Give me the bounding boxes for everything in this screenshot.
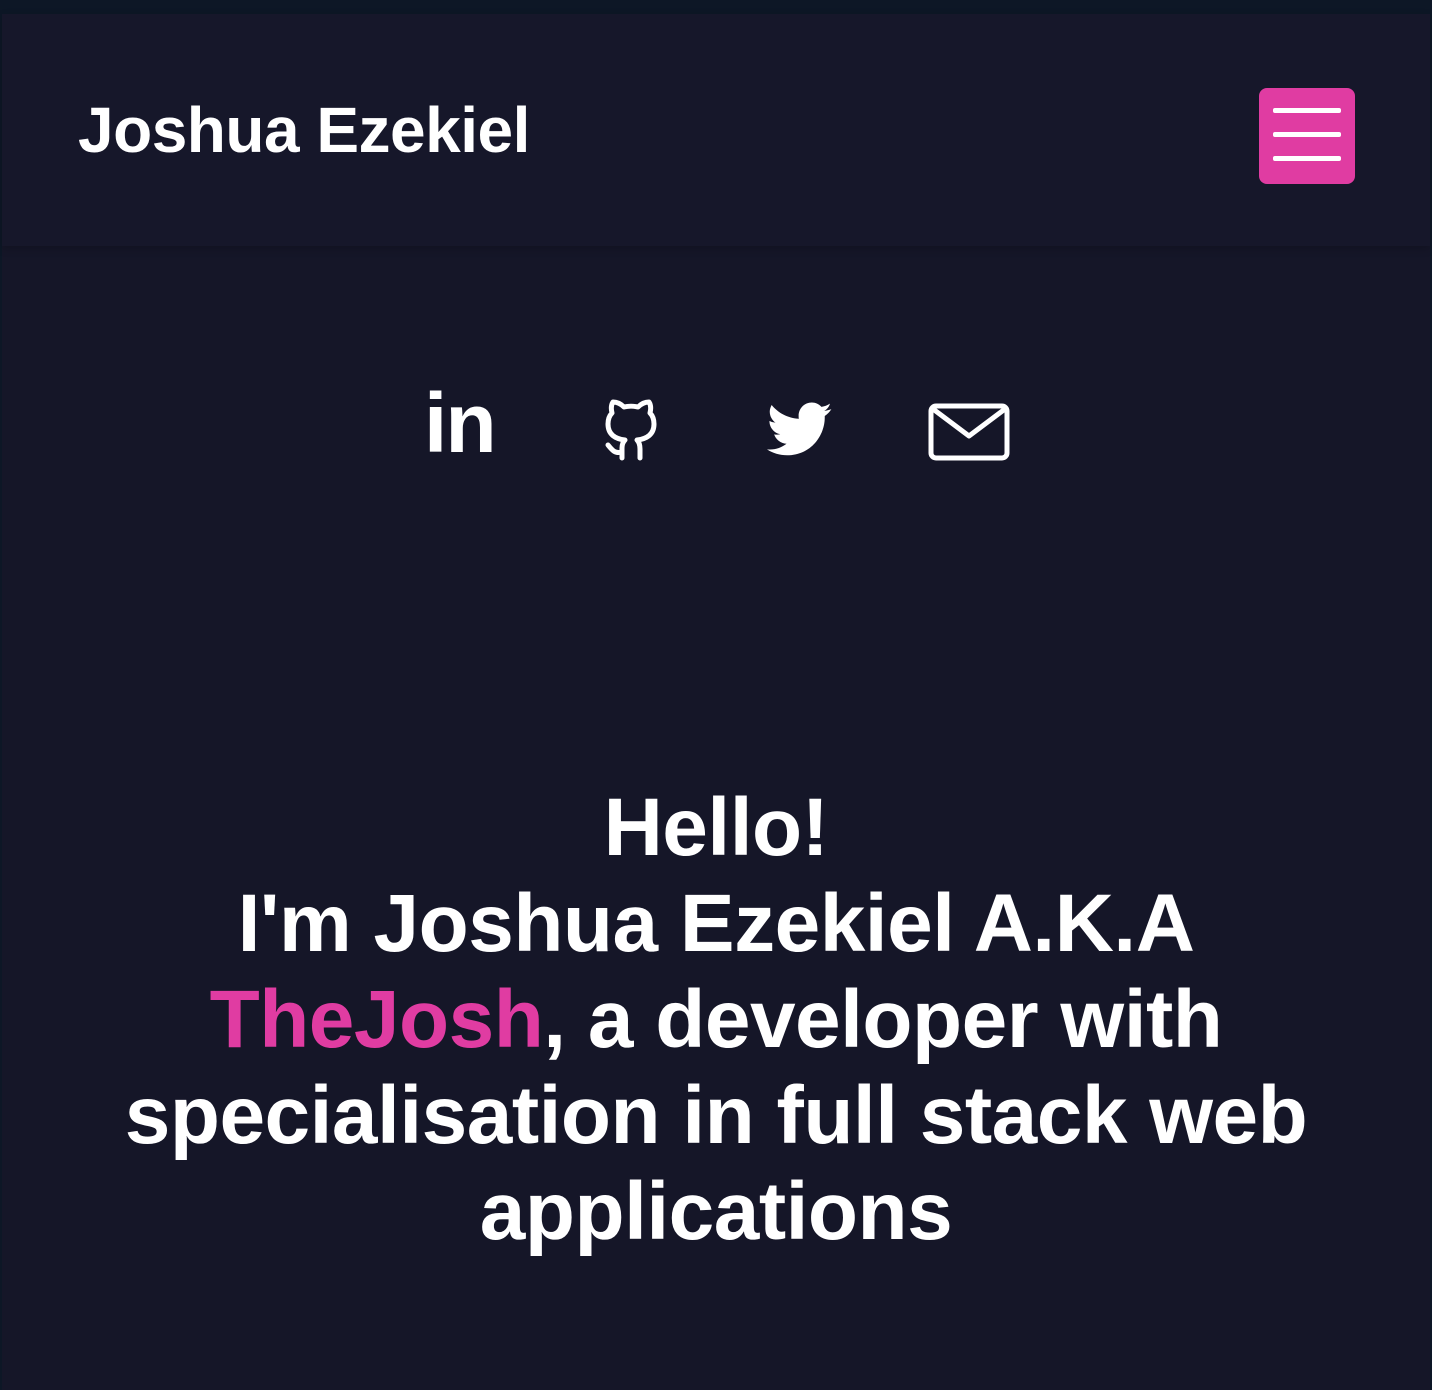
hero-intro: Hello! I'm Joshua Ezekiel A.K.A TheJosh,…	[2, 780, 1430, 1260]
page: Joshua Ezekiel in Hello! I'm Joshua Ezek…	[0, 0, 1432, 1390]
hero-alias: TheJosh	[209, 974, 544, 1065]
site-header: Joshua Ezekiel	[2, 14, 1430, 246]
twitter-icon[interactable]	[767, 402, 833, 458]
browser-top-strip	[2, 0, 1432, 14]
hero-intro-line: I'm Joshua Ezekiel A.K.A	[237, 878, 1195, 969]
social-links: in	[2, 378, 1430, 478]
hamburger-menu-icon	[1273, 108, 1341, 113]
github-icon[interactable]	[600, 398, 662, 464]
hamburger-menu-button[interactable]	[1259, 88, 1355, 184]
hero-description-part1: , a developer with	[543, 974, 1223, 1065]
hero-description-part2: specialisation in full stack web	[124, 1070, 1308, 1161]
hamburger-menu-icon-bar	[1273, 132, 1341, 137]
hero-description-part3: applications	[479, 1166, 953, 1257]
hero-greeting: Hello!	[603, 782, 829, 873]
hamburger-menu-icon-bar	[1273, 156, 1341, 161]
linkedin-icon[interactable]: in	[424, 378, 497, 468]
hero-alias-line: TheJosh, a developer with	[2, 972, 1430, 1068]
mail-icon[interactable]	[927, 402, 1011, 462]
brand-name[interactable]: Joshua Ezekiel	[78, 96, 530, 164]
